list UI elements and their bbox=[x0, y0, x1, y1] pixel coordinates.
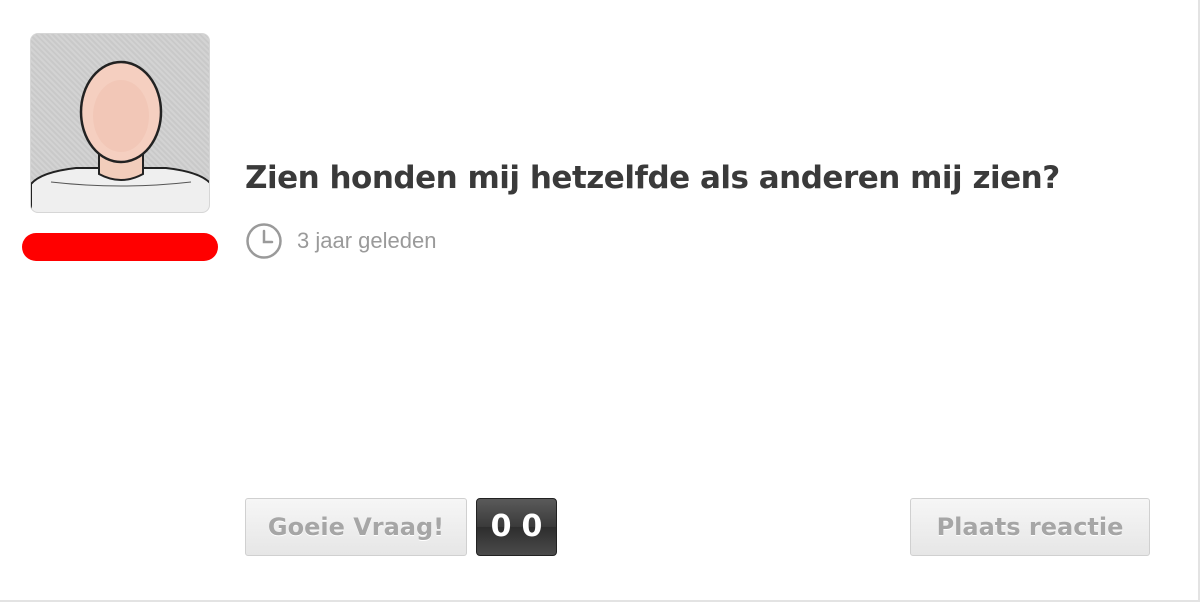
question-meta: 3 jaar geleden bbox=[245, 222, 436, 260]
default-avatar-icon bbox=[31, 60, 209, 212]
plaats-reactie-button[interactable]: Plaats reactie bbox=[910, 498, 1150, 556]
clock-icon bbox=[246, 223, 282, 259]
question-title[interactable]: Zien honden mij hetzelfde als anderen mi… bbox=[245, 160, 1060, 196]
time-ago: 3 jaar geleden bbox=[297, 228, 437, 253]
user-avatar[interactable] bbox=[30, 33, 210, 213]
vote-digit: 0 bbox=[490, 509, 512, 544]
vote-counter: 0 0 bbox=[476, 498, 557, 556]
redacted-username bbox=[22, 233, 218, 261]
question-card: Zien honden mij hetzelfde als anderen mi… bbox=[0, 0, 1200, 602]
vote-digit: 0 bbox=[521, 509, 543, 544]
goeie-vraag-button[interactable]: Goeie Vraag! bbox=[245, 498, 467, 556]
